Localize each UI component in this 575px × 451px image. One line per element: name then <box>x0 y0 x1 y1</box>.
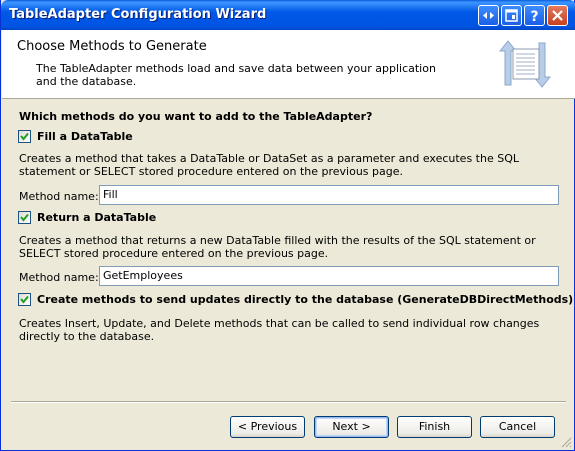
sync-data-icon <box>498 40 552 88</box>
fill-checkbox[interactable] <box>18 130 31 143</box>
checkmark-icon <box>20 213 29 222</box>
close-button[interactable] <box>547 5 568 26</box>
next-button[interactable]: Next > <box>314 416 389 438</box>
wizard-header: Choose Methods to Generate The TableAdap… <box>2 30 575 99</box>
return-checkbox-label[interactable]: Return a DataTable <box>37 211 156 224</box>
help-icon: ? <box>530 9 538 25</box>
close-icon <box>552 10 563 21</box>
checkmark-icon <box>20 132 29 141</box>
cancel-button[interactable]: Cancel <box>480 416 555 438</box>
expand-button[interactable] <box>478 5 499 26</box>
title-bar[interactable]: TableAdapter Configuration Wizard ? <box>1 0 575 30</box>
previous-button[interactable]: < Previous <box>230 416 305 438</box>
expand-icon <box>483 12 494 19</box>
direct-methods-label[interactable]: Create methods to send updates directly … <box>37 293 573 306</box>
checkmark-icon <box>20 295 29 304</box>
fill-checkbox-label[interactable]: Fill a DataTable <box>37 130 133 143</box>
restore-icon <box>505 9 518 22</box>
return-checkbox[interactable] <box>18 211 31 224</box>
fill-method-input[interactable]: Fill <box>99 185 559 205</box>
window-title: TableAdapter Configuration Wizard <box>9 7 267 22</box>
direct-methods-description: Creates Insert, Update, and Delete metho… <box>19 317 540 343</box>
finish-button[interactable]: Finish <box>397 416 472 438</box>
resize-grip-icon[interactable] <box>560 436 572 448</box>
return-method-label: Method name: <box>19 271 99 284</box>
return-description: Creates a method that returns a new Data… <box>19 234 536 260</box>
fill-method-label: Method name: <box>19 190 99 203</box>
fill-description: Creates a method that takes a DataTable … <box>19 152 519 178</box>
wizard-window: TableAdapter Configuration Wizard ? Choo… <box>0 0 575 451</box>
page-description: The TableAdapter methods load and save d… <box>36 62 436 88</box>
methods-question: Which methods do you want to add to the … <box>19 110 373 123</box>
svg-text:?: ? <box>530 9 538 25</box>
page-title: Choose Methods to Generate <box>17 39 207 54</box>
footer-divider <box>11 401 566 403</box>
restore-button[interactable] <box>501 5 522 26</box>
help-button[interactable]: ? <box>524 5 545 26</box>
direct-methods-checkbox[interactable] <box>18 293 31 306</box>
return-method-input[interactable]: GetEmployees <box>99 266 559 286</box>
wizard-content: Which methods do you want to add to the … <box>2 99 575 399</box>
